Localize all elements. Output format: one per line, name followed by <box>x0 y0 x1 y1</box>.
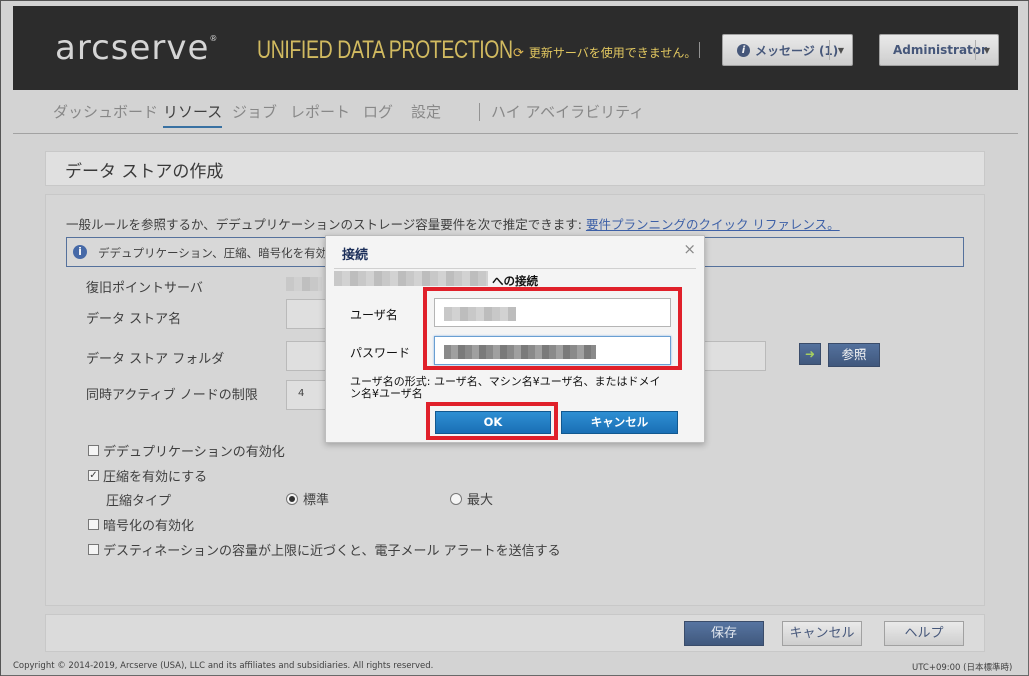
dialog-divider <box>334 268 696 269</box>
window-frame: arcserve® UNIFIED DATA PROTECTION ⟳ 更新サーバ… <box>0 0 1029 676</box>
ok-highlight <box>426 402 558 440</box>
close-icon[interactable]: × <box>683 240 696 258</box>
username-label: ユーザ名 <box>350 308 398 322</box>
username-format-hint: ユーザ名の形式: ユーザ名、マシン名¥ユーザ名、またはドメイン名¥ユーザ名 <box>350 375 661 400</box>
credentials-highlight <box>423 287 682 370</box>
password-label: パスワード <box>350 346 411 360</box>
server-name-redacted <box>334 271 488 286</box>
dialog-title: 接続 <box>342 248 369 263</box>
dialog-cancel-button[interactable]: キャンセル <box>561 411 678 434</box>
